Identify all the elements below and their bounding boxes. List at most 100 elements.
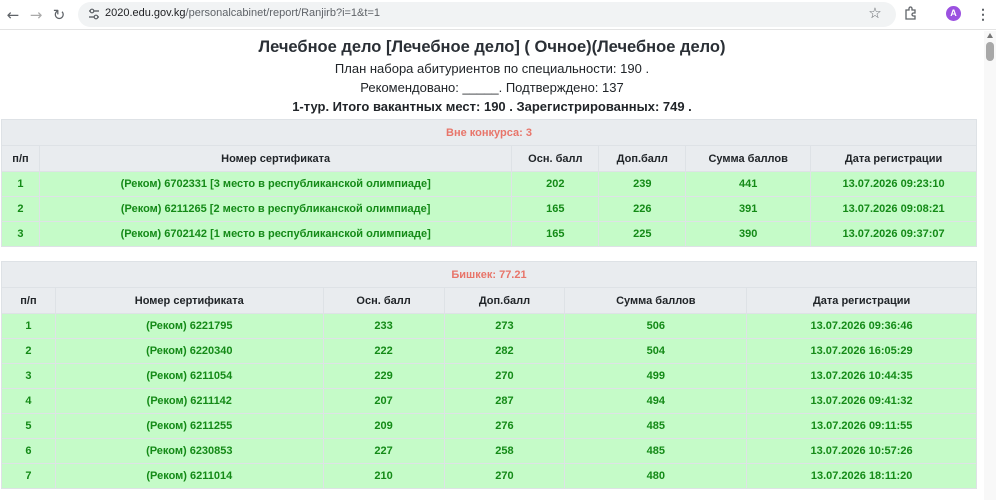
col-index-cell: 3 <box>1 363 56 389</box>
scroll-up-icon[interactable] <box>987 33 993 38</box>
star-icon[interactable]: ☆ <box>865 3 885 23</box>
col-reg-date-cell: 13.07.2026 18:11:20 <box>746 463 977 489</box>
col-reg-date-cell: 13.07.2026 16:05:29 <box>746 338 977 364</box>
site-info-icon[interactable] <box>87 7 101 21</box>
table-caption: Бишкек: 77.21 <box>1 261 977 288</box>
col-certificate-cell: (Реком) 6221795 <box>54 313 324 339</box>
col-main-score-cell: 209 <box>322 413 445 439</box>
col-extra-score-cell: 276 <box>443 413 566 439</box>
col-total-score-cell: 390 <box>685 221 812 247</box>
col-extra-score-cell: 226 <box>598 196 687 222</box>
col-extra-score-cell: 282 <box>443 338 566 364</box>
col-reg-date-cell: 13.07.2026 09:08:21 <box>810 196 977 222</box>
col-main-score-cell: 229 <box>322 363 445 389</box>
address-bar[interactable]: 2020.edu.gov.kg/personalcabinet/report/R… <box>78 2 896 27</box>
col-index-cell: 1 <box>1 313 56 339</box>
col-reg-date-cell: 13.07.2026 09:36:46 <box>746 313 977 339</box>
forward-icon[interactable]: → <box>25 4 47 26</box>
table-row: 1 (Реком) 6702331 [3 место в республиканс… <box>1 171 977 197</box>
col-reg-date-cell: 13.07.2026 09:11:55 <box>746 413 977 439</box>
col-reg-date-cell: 13.07.2026 09:37:07 <box>810 221 977 247</box>
col-main-score-cell: 233 <box>322 313 445 339</box>
extensions-icon[interactable] <box>903 5 919 21</box>
col-total-score-cell: 441 <box>685 171 812 197</box>
table-row: 4 (Реком) 6211142 207 287 494 13.07.2026 09:4… <box>1 388 977 414</box>
header-col-certificate: Номер сертификата <box>54 287 324 314</box>
table-out-of-competition: Вне конкурса: 3 п/п Номер сертификата Осн.… <box>1 119 977 247</box>
col-certificate-cell: (Реком) 6230853 <box>54 438 324 464</box>
plan-text: План набора абитуриентов по специальност… <box>334 61 650 76</box>
table-row: 3 (Реком) 6211054 229 270 499 13.07.2026 10:4… <box>1 363 977 389</box>
col-main-score-cell: 165 <box>511 221 600 247</box>
col-main-score-cell: 210 <box>322 463 445 489</box>
header-col-total-score: Сумма баллов <box>564 287 748 314</box>
col-total-score-cell: 480 <box>564 463 748 489</box>
col-total-score-cell: 485 <box>564 438 748 464</box>
col-index-cell: 2 <box>1 338 56 364</box>
col-certificate-cell: (Реком) 6702331 [3 место в республиканск… <box>38 171 513 197</box>
col-total-score-cell: 391 <box>685 196 812 222</box>
table-row: 7 (Реком) 6211014 210 270 480 13.07.2026 18:1… <box>1 463 977 489</box>
url-text[interactable]: 2020.edu.gov.kg/personalcabinet/report/R… <box>105 7 380 19</box>
table-row: 2 (Реком) 6220340 222 282 504 13.07.2026 16:0… <box>1 338 977 364</box>
scrollbar[interactable] <box>984 31 996 500</box>
col-extra-score-cell: 258 <box>443 438 566 464</box>
recommended-text: Рекомендовано: _____. Подтверждено: 137 <box>360 80 624 95</box>
col-main-score-cell: 227 <box>322 438 445 464</box>
header-col-index: п/п <box>1 145 40 172</box>
table-row: 6 (Реком) 6230853 227 258 485 13.07.2026 10:5… <box>1 438 977 464</box>
reload-icon[interactable]: ↻ <box>48 4 70 26</box>
col-total-score-cell: 485 <box>564 413 748 439</box>
table-bishkek: Бишкек: 77.21 п/п Номер сертификата Осн. б… <box>1 261 977 489</box>
header-col-extra-score: Доп.балл <box>443 287 566 314</box>
report-header: Лечебное дело [Лечебное дело] ( Очное)(Л… <box>0 31 984 116</box>
col-index-cell: 1 <box>1 171 40 197</box>
col-total-score-cell: 506 <box>564 313 748 339</box>
col-index-cell: 2 <box>1 196 40 222</box>
col-certificate-cell: (Реком) 6211014 <box>54 463 324 489</box>
col-total-score-cell: 504 <box>564 338 748 364</box>
col-reg-date-cell: 13.07.2026 09:41:32 <box>746 388 977 414</box>
col-reg-date-cell: 13.07.2026 10:57:26 <box>746 438 977 464</box>
table-row: 5 (Реком) 6211255 209 276 485 13.07.2026 09:1… <box>1 413 977 439</box>
col-extra-score-cell: 239 <box>598 171 687 197</box>
col-extra-score-cell: 225 <box>598 221 687 247</box>
col-certificate-cell: (Реком) 6702142 [1 место в республиканск… <box>38 221 513 247</box>
page-title: Лечебное дело [Лечебное дело] ( Очное)(Л… <box>258 38 726 56</box>
col-main-score-cell: 165 <box>511 196 600 222</box>
col-reg-date-cell: 13.07.2026 09:23:10 <box>810 171 977 197</box>
table-row: 1 (Реком) 6221795 233 273 506 13.07.2026 09:3… <box>1 313 977 339</box>
browser-toolbar: ← → ↻ 2020.edu.gov.kg/personalcabinet/re… <box>0 0 996 30</box>
summary-text: 1-тур. Итого вакантных мест: 190 . Зарег… <box>292 99 692 114</box>
header-col-reg-date: Дата регистрации <box>746 287 977 314</box>
header-col-main-score: Осн. балл <box>511 145 600 172</box>
col-index-cell: 7 <box>1 463 56 489</box>
avatar[interactable]: A <box>946 6 961 21</box>
header-col-certificate: Номер сертификата <box>38 145 513 172</box>
col-reg-date-cell: 13.07.2026 10:44:35 <box>746 363 977 389</box>
col-certificate-cell: (Реком) 6211142 <box>54 388 324 414</box>
col-certificate-cell: (Реком) 6211265 [2 место в республиканск… <box>38 196 513 222</box>
col-index-cell: 3 <box>1 221 40 247</box>
col-total-score-cell: 494 <box>564 388 748 414</box>
scrollbar-thumb[interactable] <box>986 42 994 61</box>
url-path: /personalcabinet/report/Ranjirb?i=1&t=1 <box>185 7 380 19</box>
col-index-cell: 4 <box>1 388 56 414</box>
col-certificate-cell: (Реком) 6211054 <box>54 363 324 389</box>
col-certificate-cell: (Реком) 6220340 <box>54 338 324 364</box>
header-col-main-score: Осн. балл <box>322 287 445 314</box>
table-caption: Вне конкурса: 3 <box>1 119 977 146</box>
back-icon[interactable]: ← <box>2 4 24 26</box>
col-extra-score-cell: 273 <box>443 313 566 339</box>
col-main-score-cell: 207 <box>322 388 445 414</box>
menu-icon[interactable]: ⋮ <box>976 5 990 23</box>
header-col-extra-score: Доп.балл <box>598 145 687 172</box>
url-host: 2020.edu.gov.kg <box>105 7 186 19</box>
table-row: 2 (Реком) 6211265 [2 место в республиканс… <box>1 196 977 222</box>
col-index-cell: 6 <box>1 438 56 464</box>
col-total-score-cell: 499 <box>564 363 748 389</box>
col-extra-score-cell: 270 <box>443 463 566 489</box>
col-main-score-cell: 202 <box>511 171 600 197</box>
header-col-index: п/п <box>1 287 56 314</box>
col-extra-score-cell: 270 <box>443 363 566 389</box>
